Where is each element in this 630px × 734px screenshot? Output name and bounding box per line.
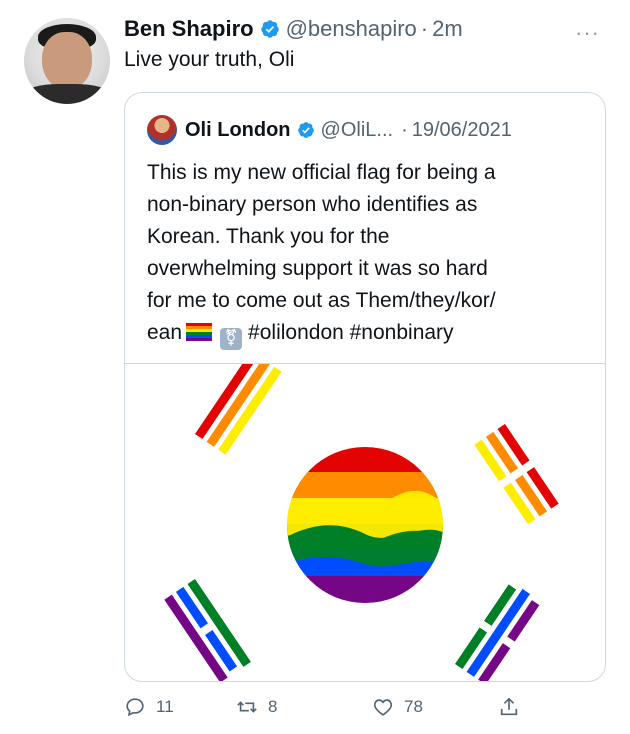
text-line-last: ean ⚧ #olilondon #nonbinary [147,317,597,350]
quoted-tweet-header: Oli London @OliL... · 19/06/2021 [147,115,512,145]
rainbow-flag-icon [186,323,213,341]
tweet-text: Live your truth, Oli [124,48,295,71]
quoted-author-handle: @OliL... [320,118,394,141]
text-line: Korean. Thank you for the [147,225,390,248]
avatar-face [42,32,92,90]
reply-button[interactable]: 11 [124,696,174,718]
like-button[interactable]: 78 [372,696,423,718]
retweet-icon [237,701,257,713]
author-handle[interactable]: @benshapiro [286,16,417,42]
share-button[interactable] [498,696,530,718]
tweet-header: Ben Shapiro @benshapiro · 2m [124,14,463,44]
quoted-author-name: Oli London [185,118,291,141]
trigram-top-right [474,424,559,525]
reply-count: 11 [156,697,174,716]
taegeuk-symbol [287,447,443,603]
author-name[interactable]: Ben Shapiro [124,16,254,42]
text-line: overwhelming support it was so hard [147,257,488,280]
trigram-bottom-left [164,579,251,681]
tweet-action-bar: 11 8 78 [124,696,564,726]
rainbow-korean-flag-image[interactable] [125,364,605,681]
like-count: 78 [404,697,423,716]
avatar-suit [24,84,110,104]
trigram-top-left [195,364,282,455]
quoted-tweet-text: This is my new official flag for being a… [147,157,597,350]
quoted-tweet-date: 19/06/2021 [411,118,512,141]
text-fragment: ean [147,321,183,344]
trigram-bottom-right [455,584,540,681]
tweet-timestamp[interactable]: 2m [432,16,463,42]
verified-icon [260,20,279,38]
separator-dot: · [401,118,408,141]
hashtags[interactable]: #olilondon #nonbinary [248,321,454,344]
retweet-count: 8 [268,697,278,716]
quoted-tweet-card[interactable]: Oli London @OliL... · 19/06/2021 This is… [124,92,606,682]
text-line: non-binary person who identifies as [147,193,478,216]
like-icon [373,699,393,716]
more-icon[interactable]: ··· [575,20,600,46]
verified-icon [297,122,314,138]
quoted-author-avatar[interactable] [147,115,177,145]
share-icon [500,697,518,716]
reply-icon [126,698,144,717]
separator-dot: · [420,16,429,41]
text-line: for me to come out as Them/they/kor/ [147,289,496,312]
retweet-button[interactable]: 8 [236,696,277,718]
transgender-symbol-icon: ⚧ [220,328,243,350]
text-line: This is my new official flag for being a [147,161,496,184]
author-avatar[interactable] [24,18,110,104]
